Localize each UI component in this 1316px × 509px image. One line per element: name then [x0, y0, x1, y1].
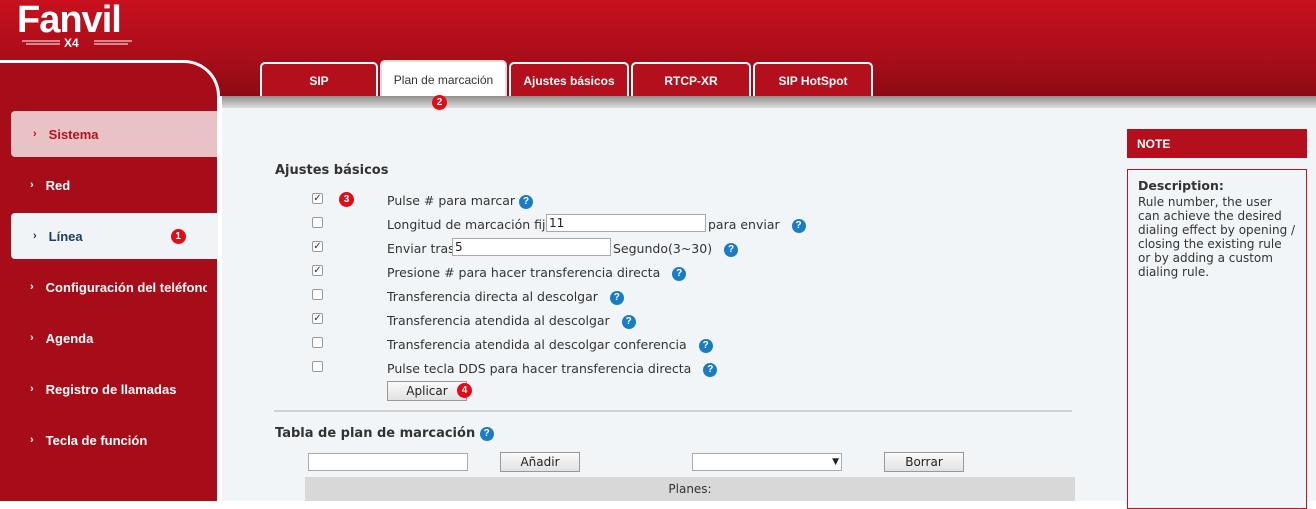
checkbox-enviar-tras[interactable]: ✓ — [312, 241, 323, 252]
help-icon[interactable]: ? — [479, 426, 494, 441]
step-badge: 3 — [339, 192, 354, 207]
sidebar-item-label: Línea — [48, 228, 83, 244]
step-badge: 4 — [457, 383, 472, 398]
add-button[interactable]: Añadir — [500, 452, 580, 472]
label-para-enviar: para enviar ? — [708, 217, 806, 233]
tab-sip-hotspot[interactable]: SIP HotSpot — [753, 62, 873, 98]
help-icon[interactable]: ? — [672, 266, 687, 281]
input-enviar-tras[interactable]: 5 — [452, 238, 611, 256]
checkbox-atendida-conferencia[interactable] — [312, 337, 323, 348]
tab-label: SIP — [309, 74, 329, 88]
sidebar-item-label: Red — [45, 177, 71, 193]
tab-label: Ajustes básicos — [523, 74, 615, 88]
step-badge: 1 — [170, 228, 186, 244]
sidebar-item-linea[interactable]: › Línea 1 — [11, 213, 218, 259]
sidebar-item-label: Sistema — [48, 126, 99, 142]
note-description-title: Description: — [1138, 178, 1224, 193]
note-body: Description: Rule number, the user can a… — [1127, 169, 1307, 509]
checkbox-transferencia-directa[interactable]: ✓ — [312, 265, 323, 276]
tab-label: Plan de marcación — [393, 73, 494, 87]
chevron-right-icon: › — [30, 434, 34, 446]
apply-button[interactable]: Aplicar — [387, 381, 467, 401]
note-description-text: Rule number, the user can achieve the de… — [1138, 195, 1296, 279]
dialplan-rule-input[interactable] — [308, 453, 468, 471]
label-tecla-dds: Pulse tecla DDS para hacer transferencia… — [387, 361, 718, 377]
checkbox-pulse-marcar[interactable]: ✓ — [312, 193, 323, 204]
section-title-basic: Ajustes básicos — [275, 163, 389, 178]
chevron-right-icon: › — [30, 179, 34, 191]
section-divider — [274, 410, 1072, 412]
sidebar-item-label: Tecla de función — [45, 432, 148, 448]
label-atendida-conferencia: Transferencia atendida al descolgar conf… — [387, 337, 713, 353]
label-longitud-fija: Longitud de marcación fija — [387, 217, 554, 232]
label-pulse-marcar: Pulse # para marcar ? — [387, 193, 534, 209]
checkbox-tecla-dds[interactable] — [312, 361, 323, 372]
tab-ajustes-basicos[interactable]: Ajustes básicos — [509, 62, 629, 98]
sidebar-item-label: Agenda — [45, 330, 94, 346]
label-segundo: Segundo(3~30) ? — [613, 241, 738, 257]
sidebar-item-registro[interactable]: › Registro de llamadas — [0, 366, 207, 412]
tab-sip[interactable]: SIP — [260, 62, 378, 98]
dialplan-select[interactable]: ▼ — [692, 453, 842, 471]
label-directa-descolgar: Transferencia directa al descolgar ? — [387, 289, 624, 305]
input-longitud-fija[interactable]: 11 — [546, 214, 706, 232]
help-icon[interactable]: ? — [519, 194, 534, 209]
sidebar-item-agenda[interactable]: › Agenda — [0, 315, 207, 361]
sidebar-item-red[interactable]: › Red — [0, 162, 207, 208]
label-transferencia-directa: Presione # para hacer transferencia dire… — [387, 265, 687, 281]
section-title-dialplan: Tabla de plan de marcación ? — [275, 426, 494, 441]
label-enviar-tras: Enviar tras — [387, 241, 455, 256]
label-atendida-descolgar: Transferencia atendida al descolgar ? — [387, 313, 636, 329]
tab-rtcp-xr[interactable]: RTCP-XR — [631, 62, 751, 98]
help-icon[interactable]: ? — [703, 362, 718, 377]
tab-plan-de-marcacion[interactable]: Plan de marcación — [380, 60, 507, 98]
chevron-right-icon: › — [30, 332, 34, 344]
chevron-right-icon: › — [30, 281, 34, 293]
delete-button[interactable]: Borrar — [884, 452, 964, 472]
tab-underbar — [222, 96, 1316, 108]
tab-label: RTCP-XR — [664, 74, 718, 88]
chevron-right-icon: › — [33, 230, 37, 242]
fanvil-logo: Fanvil — [17, 0, 122, 41]
help-icon[interactable]: ? — [621, 314, 636, 329]
help-icon[interactable]: ? — [724, 242, 738, 257]
help-icon[interactable]: ? — [609, 290, 624, 305]
chevron-right-icon: › — [33, 128, 37, 140]
sidebar-item-label: Configuración del teléfono — [45, 279, 207, 295]
plans-table-header: Planes: — [305, 477, 1075, 501]
checkbox-atendida-descolgar[interactable]: ✓ — [312, 313, 323, 324]
step-badge: 2 — [432, 95, 447, 110]
sidebar-item-tecla[interactable]: › Tecla de función — [0, 417, 207, 463]
note-header: NOTE — [1127, 129, 1307, 158]
sidebar-item-label: Registro de llamadas — [45, 381, 177, 397]
sidebar-item-sistema[interactable]: › Sistema — [11, 111, 218, 157]
dropdown-arrow-icon: ▼ — [832, 457, 839, 467]
logo-model: X4 — [64, 36, 79, 50]
tab-label: SIP HotSpot — [778, 74, 848, 88]
checkbox-longitud-fija[interactable] — [312, 217, 323, 228]
chevron-right-icon: › — [30, 383, 34, 395]
help-icon[interactable]: ? — [791, 218, 806, 233]
sidebar-item-configuracion[interactable]: › Configuración del teléfono — [0, 264, 207, 310]
checkbox-directa-descolgar[interactable] — [312, 289, 323, 300]
help-icon[interactable]: ? — [698, 338, 713, 353]
